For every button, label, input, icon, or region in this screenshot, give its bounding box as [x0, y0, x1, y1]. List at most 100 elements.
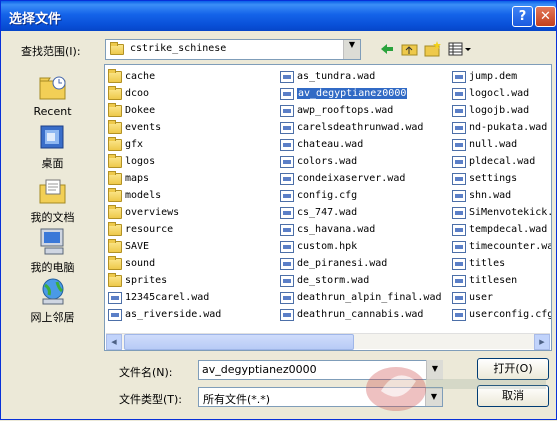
folder-item[interactable]: resource [107, 222, 275, 239]
file-icon [280, 275, 294, 287]
file-item[interactable]: colors.wad [279, 154, 447, 171]
folder-item[interactable]: cache [107, 69, 275, 86]
folder-item[interactable]: overviews [107, 205, 275, 222]
file-item[interactable]: settings [451, 171, 551, 188]
folder-item[interactable]: logos [107, 154, 275, 171]
file-icon [452, 105, 466, 117]
file-icon [280, 122, 294, 134]
my-documents-icon [39, 179, 65, 204]
chevron-down-icon[interactable]: ▼ [343, 40, 360, 59]
file-item[interactable]: 12345carel.wad [107, 290, 275, 307]
item-label: logojb.wad [469, 105, 530, 116]
file-item[interactable]: cs_747.wad [279, 205, 447, 222]
item-label: colors.wad [297, 156, 358, 167]
item-label: carelsdeathrunwad.wad [297, 122, 424, 133]
place-my-documents[interactable]: 我的文档 [6, 177, 99, 225]
file-item[interactable]: timecounter.wa [451, 239, 551, 256]
place-recent[interactable]: Recent [6, 73, 99, 118]
folder-item[interactable]: events [107, 120, 275, 137]
place-network[interactable]: 网上邻居 [6, 277, 99, 325]
item-label: settings [469, 173, 518, 184]
file-item[interactable]: deathrun_cannabis.wad [279, 307, 447, 324]
item-label: dcoo [125, 88, 150, 99]
file-item[interactable]: de_piranesi.wad [279, 256, 447, 273]
up-folder-icon[interactable] [401, 41, 419, 57]
lookin-dropdown[interactable]: cstrike_schinese ▼ [105, 39, 361, 60]
folder-item[interactable]: dcoo [107, 86, 275, 103]
file-item[interactable]: userconfig.cfg [451, 307, 551, 324]
file-item[interactable]: condeixaserver.wad [279, 171, 447, 188]
help-button[interactable]: ? [512, 6, 533, 27]
file-item[interactable]: tempdecal.wad [451, 222, 551, 239]
item-label: awp_rooftops.wad [297, 105, 394, 116]
file-item[interactable]: SiMenvotekick. [451, 205, 551, 222]
filename-value: av_degyptianez0000 [202, 363, 317, 376]
place-desktop[interactable]: 桌面 [6, 123, 99, 171]
item-label: logocl.wad [469, 88, 530, 99]
item-label: chateau.wad [297, 139, 364, 150]
lookin-value: cstrike_schinese [130, 43, 227, 54]
item-label: deathrun_cannabis.wad [297, 309, 424, 320]
file-item[interactable]: custom.hpk [279, 239, 447, 256]
file-item[interactable]: av_degyptianez0000 [279, 86, 447, 103]
folder-icon [108, 273, 122, 287]
file-item[interactable]: titles [451, 256, 551, 273]
item-label: nd-pukata.wad [469, 122, 548, 133]
file-item[interactable]: nd-pukata.wad [451, 120, 551, 137]
file-item[interactable]: carelsdeathrunwad.wad [279, 120, 447, 137]
file-column-1: cache dcoo Dokee events gfx logos maps models ov… [107, 69, 275, 324]
file-item[interactable]: config.cfg [279, 188, 447, 205]
horizontal-scrollbar[interactable]: ◀ ▶ [106, 333, 550, 350]
network-places-icon [42, 278, 63, 305]
item-label: titles [469, 258, 506, 269]
close-button[interactable]: ✕ [535, 6, 556, 27]
file-item[interactable]: pldecal.wad [451, 154, 551, 171]
file-item[interactable]: shn.wad [451, 188, 551, 205]
folder-item[interactable]: Dokee [107, 103, 275, 120]
item-label: deathrun_alpin_final.wad [297, 292, 442, 303]
file-item[interactable]: logocl.wad [451, 86, 551, 103]
file-item[interactable]: as_riverside.wad [107, 307, 275, 324]
file-item[interactable]: chateau.wad [279, 137, 447, 154]
file-item[interactable]: user [451, 290, 551, 307]
file-list[interactable]: cache dcoo Dokee events gfx logos maps models ov… [104, 64, 552, 351]
file-item[interactable]: de_storm.wad [279, 273, 447, 290]
item-label: pldecal.wad [469, 156, 536, 167]
folder-item[interactable]: gfx [107, 137, 275, 154]
place-label: Recent [33, 105, 72, 118]
folder-item[interactable]: models [107, 188, 275, 205]
scroll-right-icon[interactable]: ▶ [534, 334, 550, 350]
file-item[interactable]: awp_rooftops.wad [279, 103, 447, 120]
file-icon [280, 156, 294, 168]
folder-item[interactable]: sprites [107, 273, 275, 290]
item-label: config.cfg [297, 190, 358, 201]
file-item[interactable]: jump.dem [451, 69, 551, 86]
file-icon [280, 71, 294, 83]
file-item[interactable]: cs_havana.wad [279, 222, 447, 239]
item-label: cs_747.wad [297, 207, 358, 218]
folder-item[interactable]: SAVE [107, 239, 275, 256]
filetype-label: 文件类型(T): [119, 393, 183, 406]
filename-label: 文件名(N): [119, 366, 173, 379]
back-arrow-icon[interactable] [379, 42, 395, 56]
item-label: maps [125, 173, 150, 184]
folder-item[interactable]: maps [107, 171, 275, 188]
folder-item[interactable]: sound [107, 256, 275, 273]
scroll-left-icon[interactable]: ◀ [106, 334, 122, 350]
item-label: events [125, 122, 162, 133]
view-menu-icon[interactable] [448, 42, 472, 56]
file-icon [108, 309, 122, 321]
recent-folder-icon [39, 76, 65, 100]
file-column-3: jump.dem logocl.wad logojb.wad nd-pukata.wa… [451, 69, 551, 324]
file-item[interactable]: null.wad [451, 137, 551, 154]
new-folder-icon[interactable] [424, 40, 442, 57]
scroll-thumb[interactable] [124, 334, 354, 350]
file-item[interactable]: logojb.wad [451, 103, 551, 120]
file-item[interactable]: as_tundra.wad [279, 69, 447, 86]
file-icon [452, 309, 466, 321]
file-item[interactable]: titlesen [451, 273, 551, 290]
place-my-computer[interactable]: 我的电脑 [6, 227, 99, 275]
file-item[interactable]: deathrun_alpin_final.wad [279, 290, 447, 307]
file-icon [280, 190, 294, 202]
item-label: gfx [125, 139, 144, 150]
